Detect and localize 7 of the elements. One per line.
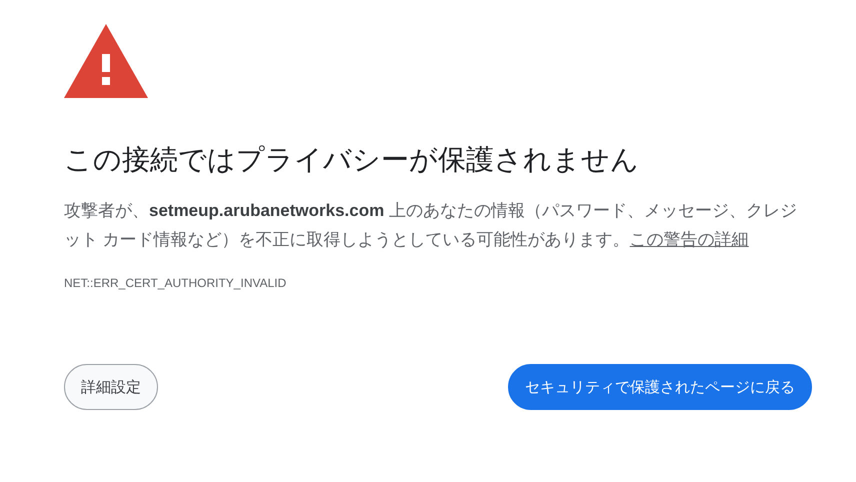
error-code: NET::ERR_CERT_AUTHORITY_INVALID [64, 276, 288, 290]
details-link[interactable]: この警告の詳細 [630, 230, 749, 249]
back-to-safety-button[interactable]: セキュリティで保護されたページに戻る [508, 364, 812, 410]
page-heading: この接続ではプライバシーが保護されません [64, 143, 640, 177]
advanced-button[interactable]: 詳細設定 [64, 364, 158, 410]
warning-message: 攻撃者が、setmeup.arubanetworks.com 上のあなたの情報（パスワード、メッセージ、クレジット カード情報など）を不正に取得しようとしている可能性があります。この警告の詳細 [64, 200, 798, 251]
warning-icon [64, 24, 148, 98]
